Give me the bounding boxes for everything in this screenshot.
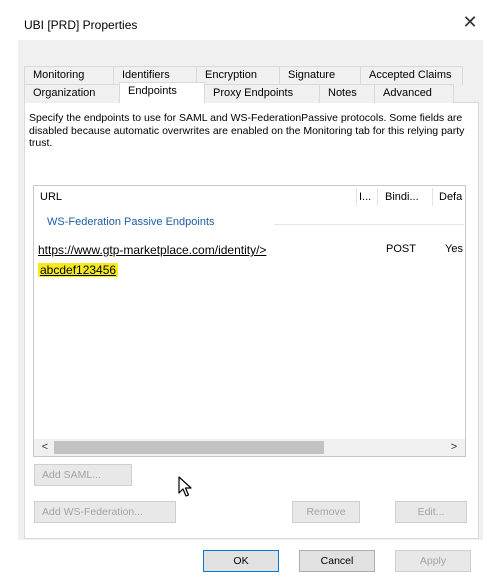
properties-dialog: UBI [PRD] Properties ✕ Monitoring Identi… xyxy=(0,0,483,578)
tab-monitoring[interactable]: Monitoring xyxy=(24,66,114,85)
mouse-pointer-icon xyxy=(178,476,192,497)
tab-advanced[interactable]: Advanced xyxy=(374,84,454,103)
tab-signature[interactable]: Signature xyxy=(279,66,361,85)
ok-button[interactable]: OK xyxy=(203,550,279,572)
group-divider xyxy=(274,224,464,225)
add-saml-button[interactable]: Add SAML... xyxy=(34,464,132,486)
window-title: UBI [PRD] Properties xyxy=(24,18,138,32)
add-ws-federation-button[interactable]: Add WS-Federation... xyxy=(34,501,176,523)
apply-button[interactable]: Apply xyxy=(395,550,471,572)
cancel-button[interactable]: Cancel xyxy=(299,550,375,572)
tab-proxy-endpoints[interactable]: Proxy Endpoints xyxy=(204,84,320,103)
tab-endpoints[interactable]: Endpoints xyxy=(119,82,205,103)
column-binding[interactable]: Bindi... xyxy=(378,186,432,208)
horizontal-scrollbar[interactable]: < > xyxy=(34,439,465,456)
scroll-right-icon[interactable]: > xyxy=(447,439,461,456)
remove-button[interactable]: Remove xyxy=(292,501,360,523)
group-ws-federation-passive: WS-Federation Passive Endpoints xyxy=(47,216,215,228)
tab-row-2: Organization Endpoints Proxy Endpoints N… xyxy=(24,82,454,103)
title-bar: UBI [PRD] Properties ✕ xyxy=(0,0,483,40)
endpoints-description: Specify the endpoints to use for SAML an… xyxy=(29,112,465,149)
scroll-thumb[interactable] xyxy=(54,441,324,454)
endpoints-list[interactable]: URL I... Bindi... Defa WS-Federation Pas… xyxy=(33,185,466,457)
endpoint-binding: POST xyxy=(386,243,416,255)
tab-organization[interactable]: Organization xyxy=(24,84,120,103)
endpoint-url[interactable]: https://www.gtp-marketplace.com/identity… xyxy=(38,243,266,257)
column-default[interactable]: Defa xyxy=(433,186,465,208)
endpoint-url-highlighted[interactable]: abcdef123456 xyxy=(38,263,119,277)
edit-button[interactable]: Edit... xyxy=(395,501,467,523)
endpoint-default: Yes xyxy=(445,243,463,255)
tab-encryption[interactable]: Encryption xyxy=(196,66,280,85)
tab-row-1: Monitoring Identifiers Encryption Signat… xyxy=(24,66,463,85)
tab-notes[interactable]: Notes xyxy=(319,84,375,103)
close-icon[interactable]: ✕ xyxy=(460,12,480,32)
scroll-left-icon[interactable]: < xyxy=(38,439,52,456)
column-index[interactable]: I... xyxy=(357,186,377,208)
column-url[interactable]: URL xyxy=(34,186,356,208)
tab-accepted-claims[interactable]: Accepted Claims xyxy=(360,66,463,85)
